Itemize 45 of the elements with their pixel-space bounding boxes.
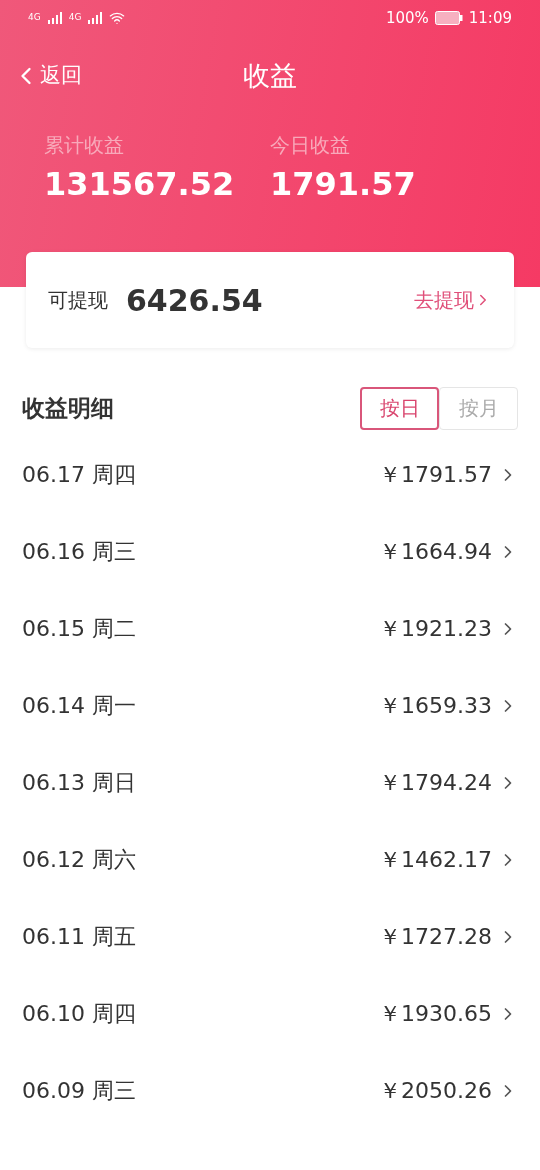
row-amount: ￥1659.33 (379, 692, 492, 720)
summary-value: 131567.52 (44, 164, 236, 204)
income-row[interactable]: 06.10 周四 ￥1930.65 (0, 975, 540, 1052)
battery-percent: 100% (385, 7, 429, 29)
row-date: 06.11 周五 (22, 923, 136, 951)
row-date: 06.09 周三 (22, 1077, 136, 1105)
row-amount: ￥1794.24 (379, 769, 492, 797)
signal-icon (87, 12, 104, 24)
network-label: 4G (68, 11, 82, 25)
page-title: 收益 (243, 58, 297, 93)
row-date: 06.15 周二 (22, 615, 136, 643)
withdraw-amount: 6426.54 (126, 281, 263, 320)
income-row[interactable]: 06.11 周五 ￥1727.28 (0, 898, 540, 975)
withdraw-label: 可提现 (48, 287, 108, 314)
row-date: 06.16 周三 (22, 538, 136, 566)
summary-label: 今日收益 (270, 132, 351, 159)
signal-icon (46, 12, 63, 24)
summary-label: 累计收益 (44, 132, 125, 159)
summary-value: 1791.57 (270, 164, 417, 204)
row-date: 06.13 周日 (22, 769, 136, 797)
row-date: 06.14 周一 (22, 692, 136, 720)
income-row[interactable]: 06.16 周三 ￥1664.94 (0, 513, 540, 590)
income-row[interactable]: 06.17 周四 ￥1791.57 (0, 436, 540, 513)
row-amount: ￥1791.57 (379, 461, 492, 489)
income-row[interactable]: 06.09 周三 ￥2050.26 (0, 1052, 540, 1129)
row-amount: ￥2050.26 (379, 1077, 492, 1105)
period-tab[interactable]: 按日 (360, 386, 439, 430)
clock: 11:09 (468, 7, 512, 29)
income-row[interactable]: 06.13 周日 ￥1794.24 (0, 744, 540, 821)
row-amount: ￥1921.23 (379, 615, 492, 643)
row-date: 06.17 周四 (22, 461, 136, 489)
row-amount: ￥1930.65 (379, 1000, 492, 1028)
wifi-icon (109, 10, 126, 26)
income-row[interactable]: 06.15 周二 ￥1921.23 (0, 590, 540, 667)
section-title: 收益明细 (22, 393, 114, 423)
network-label: 4G (28, 11, 41, 25)
income-row[interactable]: 06.12 周六 ￥1462.17 (0, 821, 540, 898)
income-row[interactable]: 06.14 周一 ￥1659.33 (0, 667, 540, 744)
row-amount: ￥1727.28 (379, 923, 492, 951)
battery-icon (434, 11, 463, 25)
withdraw-link[interactable]: 去提现 (414, 285, 492, 315)
row-amount: ￥1462.17 (379, 846, 492, 874)
row-date: 06.10 周四 (22, 1000, 136, 1028)
row-date: 06.12 周六 (22, 846, 136, 874)
row-amount: ￥1664.94 (379, 538, 492, 566)
